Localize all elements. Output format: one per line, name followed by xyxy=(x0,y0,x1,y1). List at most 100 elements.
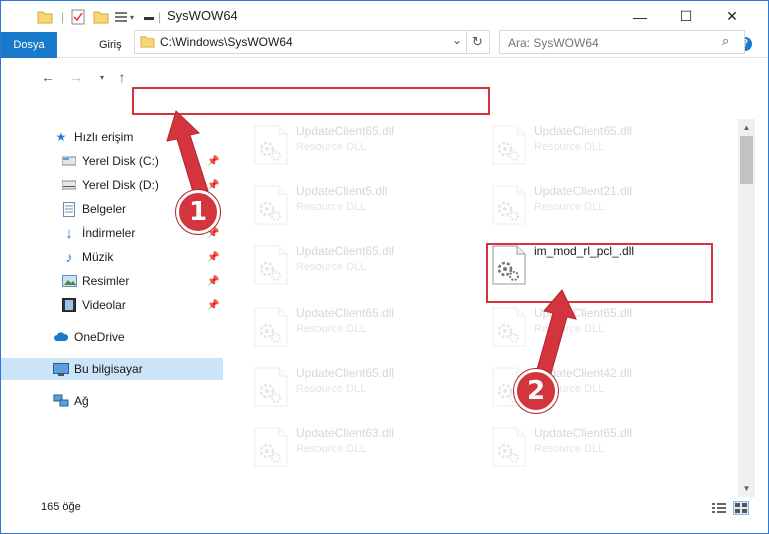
file-name: UpdateClient65.dll xyxy=(534,426,633,440)
sidebar-item-label: Yerel Disk (C:) xyxy=(82,154,159,168)
network-icon xyxy=(53,393,69,409)
file-item[interactable]: UpdateClient5.dll Resource DLL xyxy=(233,179,463,233)
minimize-button[interactable]: — xyxy=(617,1,663,32)
dll-file-icon xyxy=(253,367,289,407)
file-type: Resource DLL xyxy=(296,383,367,395)
expand-icon[interactable]: ▬ xyxy=(144,8,154,26)
chevron-down-icon[interactable]: ▾ xyxy=(130,8,134,26)
explorer-window: | ▾ ▬ | SysWOW64 — ☐ ✕ Dosya Giriş Payla… xyxy=(0,0,769,534)
file-highlight xyxy=(486,243,713,303)
file-item[interactable]: UpdateClient65.dll Resource DLL xyxy=(471,301,701,355)
dll-file-icon xyxy=(253,185,289,225)
pin-icon[interactable]: 📌 xyxy=(207,300,219,311)
sidebar-item-label: Videolar xyxy=(82,298,126,312)
dll-file-icon xyxy=(491,185,527,225)
close-button[interactable]: ✕ xyxy=(709,1,755,32)
sidebar-item-pictures[interactable]: Resimler 📌 xyxy=(1,270,223,292)
file-type: Resource DLL xyxy=(534,323,605,335)
search-box[interactable]: ⌕ xyxy=(499,30,745,54)
dll-file-icon xyxy=(253,427,289,467)
separator: | xyxy=(61,10,65,24)
scroll-up-icon[interactable]: ▲ xyxy=(738,119,755,136)
file-type: Resource DLL xyxy=(296,443,367,455)
dll-file-icon xyxy=(491,125,527,165)
sidebar-item-videos[interactable]: Videolar 📌 xyxy=(1,294,223,316)
music-icon: ♪ xyxy=(65,249,73,265)
downloads-icon: ↓ xyxy=(65,224,73,242)
dll-file-icon xyxy=(253,245,289,285)
file-name: UpdateClient21.dll xyxy=(534,184,633,198)
new-folder-icon[interactable] xyxy=(93,8,109,26)
address-path[interactable]: C:\Windows\SysWOW64 xyxy=(160,35,293,49)
sidebar-item-quick-access[interactable]: ★ Hızlı erişim xyxy=(1,126,223,148)
item-count: 165 öğe xyxy=(41,501,81,513)
pin-icon[interactable]: 📌 xyxy=(207,156,219,167)
address-dropdown-icon[interactable]: ⌄ xyxy=(452,33,462,47)
sidebar-item-onedrive[interactable]: OneDrive xyxy=(1,326,223,348)
pin-icon[interactable]: 📌 xyxy=(207,180,219,191)
file-type: Resource DLL xyxy=(296,261,367,273)
customize-toolbar-icon[interactable] xyxy=(114,8,128,26)
forward-arrow-icon[interactable]: → xyxy=(66,67,86,87)
file-item[interactable]: UpdateClient65.dll Resource DLL xyxy=(233,361,463,415)
file-item[interactable]: UpdateClient65.dll Resource DLL xyxy=(471,421,701,475)
scroll-thumb[interactable] xyxy=(740,136,753,184)
sidebar-item-label: Yerel Disk (D:) xyxy=(82,178,159,192)
file-item[interactable]: UpdateClient65.dll Resource DLL xyxy=(471,119,701,173)
divider xyxy=(466,31,467,53)
sidebar-item-label: Müzik xyxy=(82,250,114,264)
recent-locations-icon[interactable]: ▾ xyxy=(92,67,112,87)
cloud-icon xyxy=(53,329,69,345)
drive-icon xyxy=(61,177,77,193)
file-item[interactable]: UpdateClient42.dll Resource DLL xyxy=(471,361,701,415)
file-item[interactable]: UpdateClient63.dll Resource DLL xyxy=(233,421,463,475)
sidebar-item-label: Ağ xyxy=(74,394,89,408)
sidebar-item-music[interactable]: ♪ Müzik 📌 xyxy=(1,246,223,268)
file-list: UpdateClient65.dll Resource DLL UpdateClie… xyxy=(233,119,738,491)
pin-icon[interactable]: 📌 xyxy=(207,252,219,263)
sidebar-item-network[interactable]: Ağ xyxy=(1,390,223,412)
refresh-icon[interactable]: ↻ xyxy=(472,34,483,50)
search-icon[interactable]: ⌕ xyxy=(722,33,729,49)
dll-file-icon xyxy=(253,307,289,347)
address-highlight xyxy=(132,87,490,115)
separator: | xyxy=(158,10,162,24)
up-arrow-icon[interactable]: ↑ xyxy=(112,67,132,87)
file-name: UpdateClient65.dll xyxy=(296,244,395,258)
file-name: UpdateClient63.dll xyxy=(296,426,395,440)
details-view-icon[interactable] xyxy=(711,501,727,515)
file-item[interactable]: UpdateClient65.dll Resource DLL xyxy=(233,301,463,355)
file-item[interactable]: UpdateClient65.dll Resource DLL xyxy=(233,119,463,173)
callout-step-2: 2 xyxy=(514,369,558,413)
sidebar-item-label: Belgeler xyxy=(82,202,127,216)
file-item[interactable]: UpdateClient65.dll Resource DLL xyxy=(233,239,463,293)
properties-icon[interactable] xyxy=(71,8,85,26)
file-type: Resource DLL xyxy=(296,141,367,153)
file-item[interactable]: UpdateClient21.dll Resource DLL xyxy=(471,179,701,233)
back-arrow-icon[interactable]: ← xyxy=(38,67,58,87)
folder-icon xyxy=(37,8,53,26)
large-icons-view-icon[interactable] xyxy=(733,501,749,515)
file-type: Resource DLL xyxy=(296,323,367,335)
address-bar[interactable]: C:\Windows\SysWOW64 ⌄ ↻ xyxy=(134,30,490,54)
file-type: Resource DLL xyxy=(534,201,605,213)
pictures-icon xyxy=(61,273,77,289)
file-name: UpdateClient65.dll xyxy=(534,306,633,320)
search-input[interactable] xyxy=(508,34,718,51)
scroll-down-icon[interactable]: ▼ xyxy=(738,480,755,497)
computer-icon xyxy=(53,361,69,377)
star-icon: ★ xyxy=(55,130,67,144)
file-name: UpdateClient65.dll xyxy=(296,124,395,138)
videos-icon xyxy=(61,297,77,313)
sidebar-item-this-pc[interactable]: Bu bilgisayar xyxy=(1,358,223,380)
title-bar: | ▾ ▬ | SysWOW64 — ☐ ✕ xyxy=(1,1,768,32)
vertical-scrollbar[interactable]: ▲ ▼ xyxy=(738,119,755,497)
pin-icon[interactable]: 📌 xyxy=(207,276,219,287)
file-name: UpdateClient65.dll xyxy=(296,306,395,320)
drive-icon xyxy=(61,153,77,169)
tab-home[interactable]: Giriş xyxy=(87,32,134,58)
sidebar-item-label: İndirmeler xyxy=(82,226,136,240)
sidebar-item-drive-c[interactable]: Yerel Disk (C:) 📌 xyxy=(1,150,223,172)
callout-step-1: 1 xyxy=(176,190,220,234)
maximize-button[interactable]: ☐ xyxy=(663,1,709,32)
